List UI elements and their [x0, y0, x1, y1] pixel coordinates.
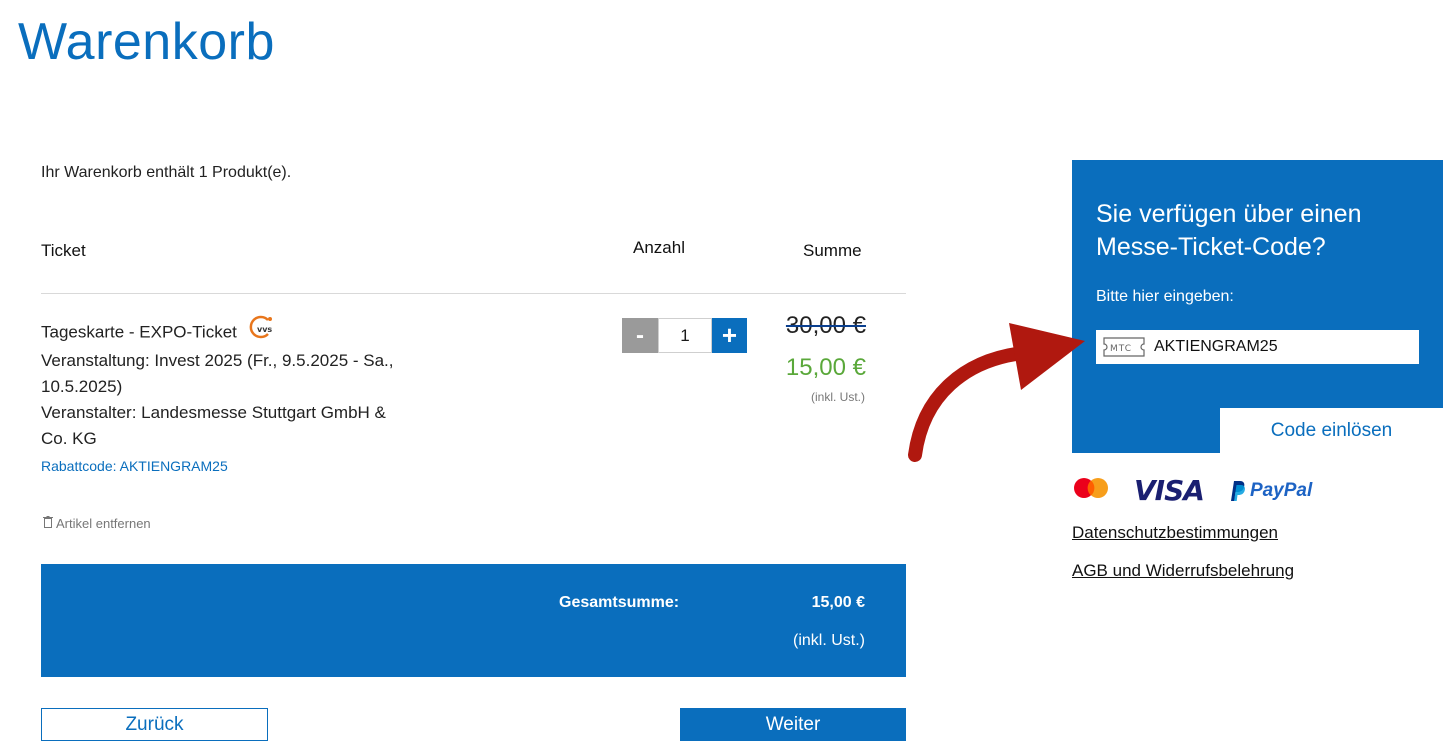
redeem-code-button[interactable]: Code einlösen — [1220, 408, 1443, 453]
mtc-ticket-icon: MTC — [1102, 336, 1146, 358]
table-divider — [41, 293, 906, 294]
item-organizer: Veranstalter: Landesmesse Stuttgart GmbH… — [41, 403, 386, 448]
item-name: Tageskarte - EXPO-Ticket — [41, 322, 237, 342]
price-discounted: 15,00 € — [785, 354, 866, 381]
trash-icon — [43, 516, 53, 531]
remove-item-label: Artikel entfernen — [56, 516, 151, 531]
quantity-stepper: - 1 + — [622, 318, 747, 353]
back-button[interactable]: Zurück — [41, 708, 268, 741]
item-discount-code: Rabattcode: AKTIENGRAM25 — [41, 458, 228, 474]
quantity-input[interactable]: 1 — [658, 318, 712, 353]
ticket-code-panel: Sie verfügen über einen Messe-Ticket-Cod… — [1072, 160, 1443, 408]
mtc-prefix-text: MTC — [1110, 344, 1132, 354]
paypal-logo: PayPal — [1228, 480, 1312, 502]
page-title: Warenkorb — [18, 13, 275, 71]
ticket-code-title: Sie verfügen über einen Messe-Ticket-Cod… — [1096, 200, 1362, 261]
ticket-code-subtitle: Bitte hier eingeben: — [1096, 288, 1234, 305]
cart-count-text: Ihr Warenkorb enthält 1 Produkt(e). — [41, 164, 292, 181]
column-header-sum: Summe — [803, 241, 862, 260]
terms-link[interactable]: AGB und Widerrufsbelehrung — [1072, 561, 1294, 581]
item-event: Veranstaltung: Invest 2025 (Fr., 9.5.202… — [41, 351, 394, 396]
remove-item-link[interactable]: Artikel entfernen — [43, 516, 151, 531]
mastercard-icon — [1072, 476, 1110, 505]
quantity-decrease-button[interactable]: - — [622, 318, 658, 353]
total-label: Gesamtsumme: — [559, 594, 680, 611]
paypal-label: PayPal — [1249, 479, 1313, 501]
column-header-ticket: Ticket — [41, 241, 86, 260]
next-button[interactable]: Weiter — [680, 708, 906, 741]
paypal-icon — [1230, 480, 1245, 501]
red-arrow-icon — [908, 323, 1085, 462]
quantity-increase-button[interactable]: + — [712, 318, 747, 353]
ticket-code-value: AKTIENGRAM25 — [1154, 338, 1278, 355]
payment-methods: VISA PayPal — [1072, 474, 1312, 507]
vvs-logo-text: vvs — [257, 325, 272, 334]
ticket-code-input[interactable]: MTC AKTIENGRAM25 — [1096, 330, 1419, 364]
total-summary: Gesamtsumme: 15,00 € (inkl. Ust.) — [41, 564, 906, 677]
cart-item-details: Tageskarte - EXPO-Ticket vvs Veranstaltu… — [41, 315, 401, 478]
privacy-policy-link[interactable]: Datenschutzbestimmungen — [1072, 523, 1278, 543]
column-header-quantity: Anzahl — [633, 238, 685, 257]
vvs-logo-icon: vvs — [248, 314, 278, 348]
price-original: 30,00 € — [785, 312, 866, 339]
total-value: 15,00 € — [811, 594, 865, 611]
item-name-row: Tageskarte - EXPO-Ticket vvs — [41, 315, 401, 348]
visa-logo: VISA — [1134, 474, 1205, 507]
price-tax-note: (inkl. Ust.) — [811, 390, 865, 404]
total-tax-note: (inkl. Ust.) — [793, 632, 865, 649]
